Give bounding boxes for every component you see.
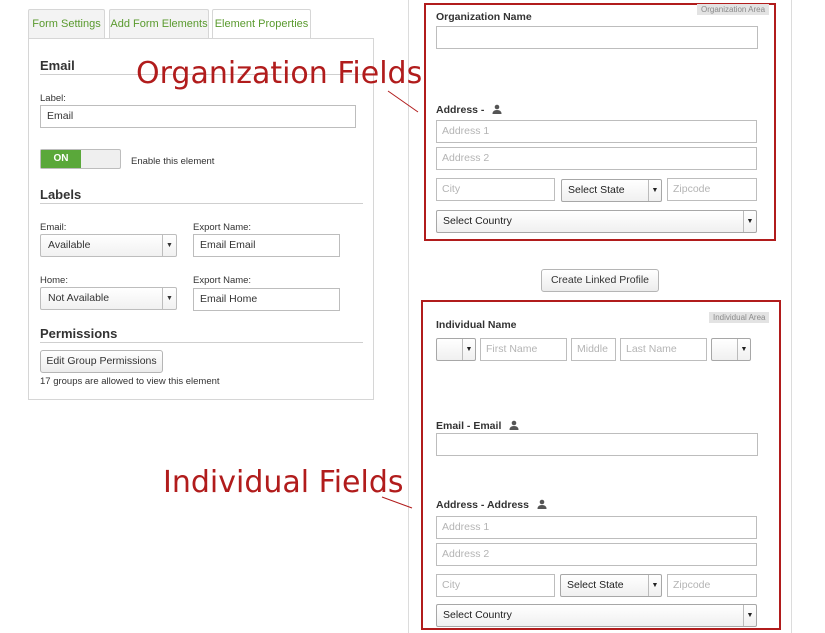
- org-pointer-line: [387, 90, 419, 113]
- ind-pointer-line: [381, 496, 413, 509]
- annotation-pointers: [381, 90, 419, 509]
